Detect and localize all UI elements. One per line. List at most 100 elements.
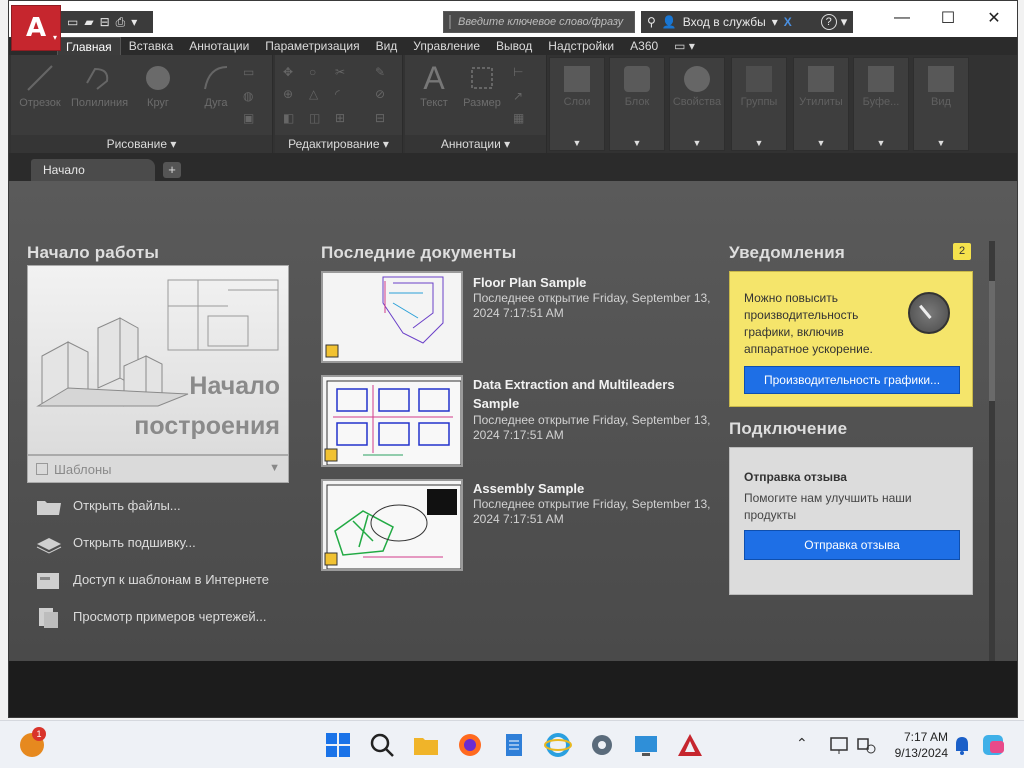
help-button[interactable]: ? ▾ bbox=[815, 11, 853, 33]
windows-start-icon[interactable] bbox=[324, 731, 352, 759]
bell-icon[interactable] bbox=[948, 731, 976, 759]
firefox-icon[interactable] bbox=[456, 731, 484, 759]
weather-widget-icon[interactable]: 1 bbox=[20, 727, 48, 759]
line-tool[interactable]: Отрезок bbox=[13, 59, 67, 123]
open-files-link[interactable]: Открыть файлы... bbox=[35, 495, 295, 517]
tab-insert[interactable]: Вставка bbox=[121, 37, 182, 55]
floor-plan-thumbnail[interactable] bbox=[321, 271, 463, 363]
chevron-down-icon[interactable]: ▾ bbox=[841, 14, 848, 30]
close-button[interactable]: ✕ bbox=[971, 1, 1017, 35]
maximize-button[interactable]: ☐ bbox=[925, 1, 971, 35]
array-icon[interactable]: ⊞ bbox=[335, 111, 351, 125]
region-icon[interactable]: ▣ bbox=[243, 111, 259, 125]
circle-icon bbox=[146, 66, 170, 90]
circle-tool-label: Круг bbox=[147, 97, 169, 109]
rotate-icon[interactable]: ○ bbox=[309, 65, 325, 79]
table-icon[interactable]: ▦ bbox=[513, 111, 529, 125]
tab-output[interactable]: Вывод bbox=[488, 37, 540, 55]
block-panel[interactable]: Блок ▼ bbox=[609, 57, 665, 151]
chevron-up-icon[interactable]: ⌃ bbox=[796, 731, 824, 759]
data-extraction-thumbnail[interactable] bbox=[321, 375, 463, 467]
open-sheet-set-link[interactable]: Открыть подшивку... bbox=[35, 532, 295, 554]
arc-tool[interactable]: Дуга bbox=[189, 59, 243, 123]
assembly-title[interactable]: Assembly Sample bbox=[473, 479, 713, 498]
scrollbar[interactable] bbox=[989, 241, 995, 661]
templates-dropdown[interactable]: Шаблоны ▼ bbox=[27, 455, 289, 483]
tab-start[interactable]: Начало bbox=[31, 159, 155, 181]
tab-a360[interactable]: A360 bbox=[622, 37, 666, 55]
start-drawing-label[interactable]: Начало построения bbox=[134, 366, 280, 446]
search-input[interactable]: Введите ключевое слово/фразу bbox=[443, 11, 635, 33]
copy-icon[interactable]: ⊕ bbox=[283, 87, 299, 101]
tab-view[interactable]: Вид bbox=[368, 37, 406, 55]
trim-icon[interactable]: ✂ bbox=[335, 65, 351, 79]
scale-icon[interactable]: ◫ bbox=[309, 111, 325, 125]
new-tab-button[interactable]: + bbox=[163, 162, 181, 178]
signin-label[interactable]: Вход в службы bbox=[683, 15, 766, 29]
stretch-icon[interactable]: ◧ bbox=[283, 111, 299, 125]
notepad-icon[interactable] bbox=[500, 731, 528, 759]
binoculars-icon[interactable]: ⚲ bbox=[647, 15, 656, 29]
modify-panel-title[interactable]: Редактирование ▾ bbox=[275, 135, 402, 153]
chevron-down-icon[interactable]: ▾ bbox=[131, 15, 137, 29]
new-file-icon[interactable]: ▭ bbox=[67, 15, 78, 29]
fillet-icon[interactable]: ◜ bbox=[335, 87, 351, 101]
send-feedback-button[interactable]: Отправка отзыва bbox=[744, 530, 960, 560]
floor-plan-title[interactable]: Floor Plan Sample bbox=[473, 273, 713, 292]
copilot-pre-icon[interactable] bbox=[980, 731, 1008, 759]
clock[interactable]: 7:17 AM 9/13/2024 bbox=[876, 729, 948, 761]
offset-icon[interactable]: ⊟ bbox=[375, 111, 391, 125]
rectangle-icon[interactable]: ▭ bbox=[243, 65, 259, 79]
assembly-thumbnail[interactable] bbox=[321, 479, 463, 571]
groups-panel[interactable]: Группы ▼ bbox=[731, 57, 787, 151]
minimize-button[interactable]: — bbox=[879, 1, 925, 35]
polyline-tool[interactable]: Полилиния bbox=[71, 59, 128, 123]
help-icon[interactable]: ? bbox=[820, 14, 837, 30]
annotation-panel-title[interactable]: Аннотации ▾ bbox=[405, 135, 546, 153]
move-icon[interactable]: ✥ bbox=[283, 65, 299, 79]
mirror-icon[interactable]: △ bbox=[309, 87, 325, 101]
application-menu-button[interactable]: A ▾ bbox=[11, 5, 61, 51]
clipboard-panel[interactable]: Буфе... ▼ bbox=[853, 57, 909, 151]
internet-explorer-icon[interactable] bbox=[544, 731, 572, 759]
plot-icon[interactable]: ⎙ bbox=[116, 15, 126, 30]
chevron-down-icon[interactable]: ▾ bbox=[772, 15, 778, 29]
tab-manage[interactable]: Управление bbox=[405, 37, 488, 55]
autocad-taskbar-icon[interactable] bbox=[676, 731, 704, 759]
file-explorer-icon[interactable] bbox=[412, 731, 440, 759]
tab-annotate[interactable]: Аннотации bbox=[181, 37, 257, 55]
start-drawing-card[interactable]: Начало построения bbox=[27, 265, 289, 455]
save-icon[interactable]: ⊟ bbox=[100, 15, 110, 29]
search-icon[interactable] bbox=[368, 731, 396, 759]
utilities-panel[interactable]: Утилиты ▼ bbox=[793, 57, 849, 151]
open-folder-icon[interactable]: ▰ bbox=[84, 15, 93, 29]
tab-options[interactable]: ▭ ▾ bbox=[666, 37, 703, 55]
signin-control[interactable]: ⚲ 👤 Вход в службы ▾ X bbox=[641, 11, 837, 33]
linear-dimension-icon[interactable]: ⊢ bbox=[513, 65, 529, 79]
tab-parametric[interactable]: Параметризация bbox=[257, 37, 367, 55]
view-panel[interactable]: Вид ▼ bbox=[913, 57, 969, 151]
display-icon[interactable] bbox=[826, 731, 854, 759]
scrollbar-thumb[interactable] bbox=[989, 281, 995, 401]
graphics-performance-button[interactable]: Производительность графики... bbox=[744, 366, 960, 394]
settings-icon[interactable] bbox=[588, 731, 616, 759]
dimension-tool[interactable]: Размер bbox=[455, 59, 509, 123]
leader-icon[interactable]: ↗ bbox=[513, 89, 529, 103]
sample-drawings-link[interactable]: Просмотр примеров чертежей... bbox=[35, 606, 295, 628]
remote-desktop-icon[interactable] bbox=[632, 731, 660, 759]
hatch-icon[interactable]: ◍ bbox=[243, 89, 259, 103]
tab-home[interactable]: Главная bbox=[57, 37, 121, 55]
explode-icon[interactable]: ⊘ bbox=[375, 87, 391, 101]
chevron-down-icon: ▼ bbox=[632, 138, 642, 148]
layers-panel[interactable]: Слои ▼ bbox=[549, 57, 605, 151]
clipboard-label: Буфе... bbox=[862, 96, 900, 108]
exchange-icon[interactable]: X bbox=[784, 15, 792, 29]
circle-tool[interactable]: Круг bbox=[131, 59, 185, 123]
online-templates-link[interactable]: Доступ к шаблонам в Интернете bbox=[35, 569, 295, 591]
tab-addins[interactable]: Надстройки bbox=[540, 37, 622, 55]
erase-icon[interactable]: ✎ bbox=[375, 65, 391, 79]
data-extraction-title[interactable]: Data Extraction and Multileaders Sample bbox=[473, 375, 713, 413]
draw-panel-title[interactable]: Рисование ▾ bbox=[11, 135, 272, 153]
properties-panel[interactable]: Свойства ▼ bbox=[669, 57, 725, 151]
text-tool[interactable]: A Текст bbox=[407, 59, 461, 123]
